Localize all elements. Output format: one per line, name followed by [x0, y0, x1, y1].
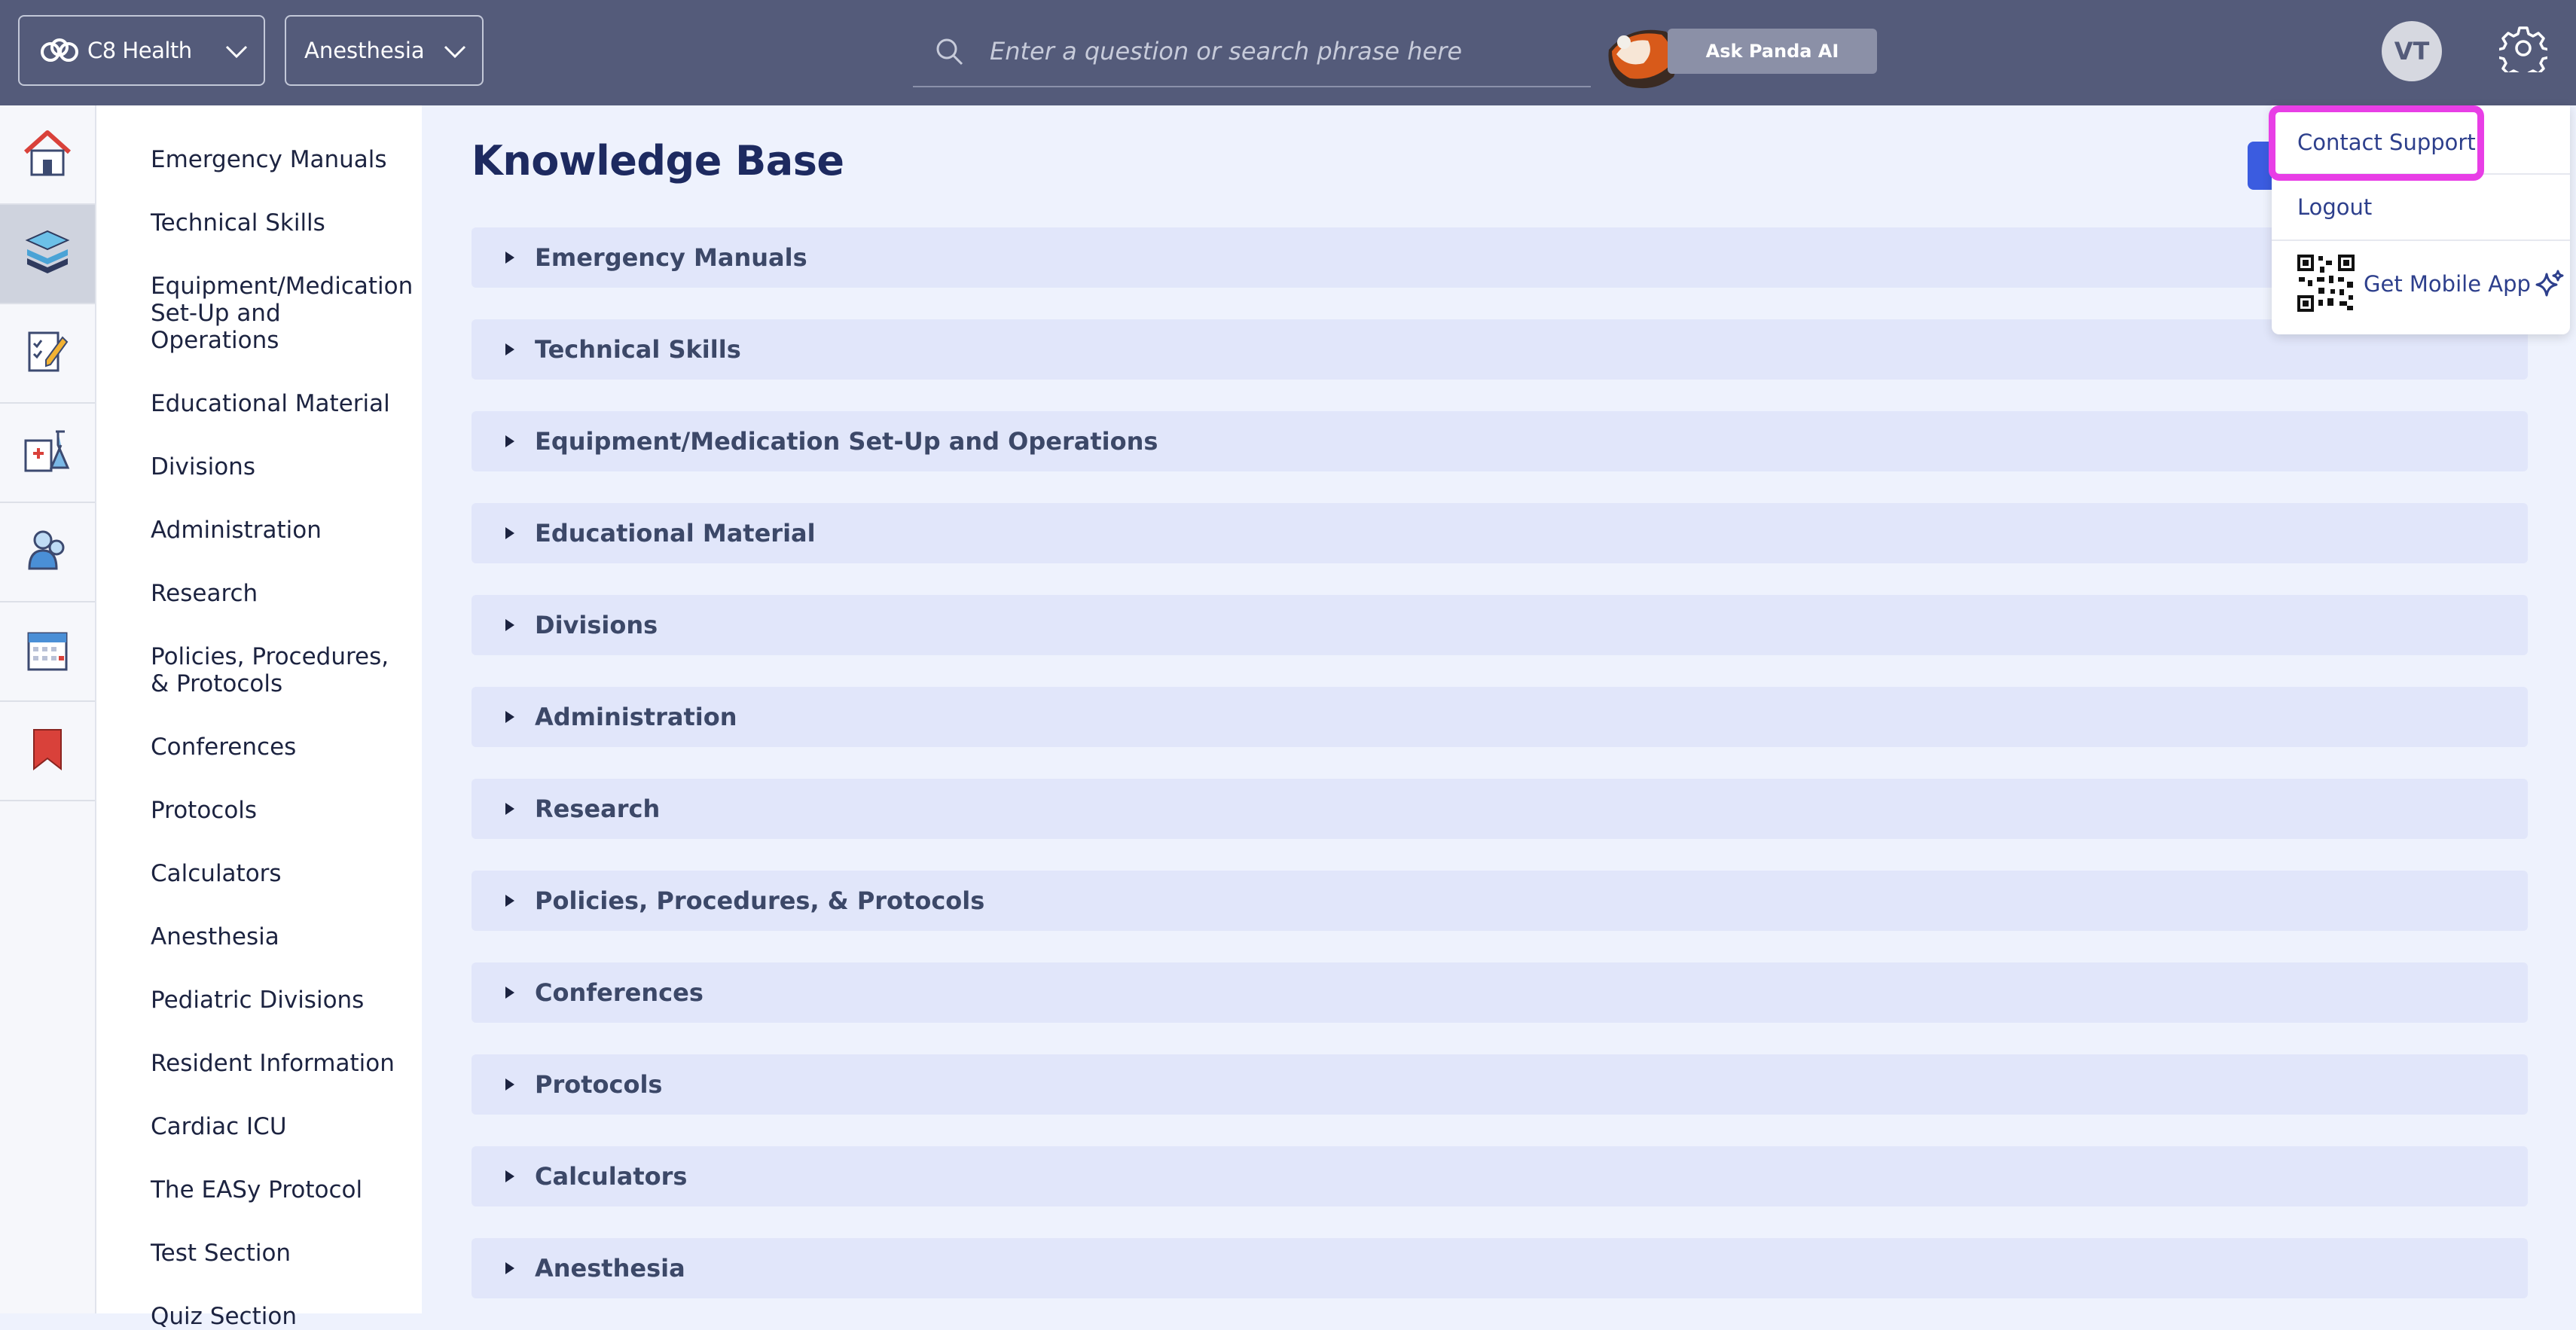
section-row[interactable]: Emergency Manuals: [472, 227, 2528, 288]
nav-item[interactable]: Test Section: [151, 1240, 407, 1267]
user-avatar[interactable]: VT: [2382, 21, 2442, 81]
c8-logo-icon: [39, 38, 80, 63]
caret-right-icon: [505, 1078, 515, 1091]
contact-support-highlight: [2269, 105, 2484, 181]
section-title: Policies, Procedures, & Protocols: [535, 886, 985, 915]
nav-item[interactable]: Pediatric Divisions: [151, 987, 407, 1014]
icon-rail: [0, 105, 96, 1313]
menu-divider: [2272, 239, 2570, 241]
qr-code-icon: [2297, 255, 2355, 315]
page-title: Knowledge Base: [472, 137, 844, 185]
section-row[interactable]: Policies, Procedures, & Protocols: [472, 871, 2528, 931]
section-row[interactable]: Research: [472, 779, 2528, 839]
caret-right-icon: [505, 1261, 515, 1275]
section-title: Protocols: [535, 1070, 663, 1099]
lab-icon: [23, 429, 72, 477]
rail-bookmarks[interactable]: [0, 702, 95, 801]
nav-item[interactable]: Calculators: [151, 860, 407, 887]
search-input[interactable]: [988, 36, 1564, 66]
rail-checklists[interactable]: [0, 304, 95, 404]
section-title: Technical Skills: [535, 335, 741, 364]
caret-right-icon: [505, 986, 515, 999]
rail-home[interactable]: [0, 105, 95, 205]
specialty-selector[interactable]: Anesthesia: [285, 15, 484, 86]
section-row[interactable]: Technical Skills: [472, 319, 2528, 380]
section-row[interactable]: Protocols: [472, 1054, 2528, 1115]
checklist-icon: [25, 328, 70, 378]
home-icon: [21, 128, 74, 181]
section-title: Calculators: [535, 1162, 688, 1191]
section-title: Educational Material: [535, 519, 816, 548]
caret-right-icon: [505, 894, 515, 908]
section-row[interactable]: Calculators: [472, 1146, 2528, 1206]
top-bar: C8 Health Anesthesia Ask Panda AI VT: [0, 0, 2576, 105]
nav-item[interactable]: Conferences: [151, 734, 407, 761]
section-row[interactable]: Equipment/Medication Set-Up and Operatio…: [472, 411, 2528, 471]
chevron-down-icon: [224, 39, 249, 65]
nav-item[interactable]: The EASy Protocol: [151, 1176, 407, 1203]
nav-item[interactable]: Anesthesia: [151, 923, 407, 950]
nav-item[interactable]: Quiz Section: [151, 1303, 407, 1330]
nav-item[interactable]: Cardiac ICU: [151, 1113, 407, 1140]
caret-right-icon: [505, 343, 515, 356]
section-title: Administration: [535, 703, 737, 731]
rail-calendar[interactable]: [0, 602, 95, 702]
rail-knowledge-base[interactable]: [0, 205, 95, 304]
caret-right-icon: [505, 618, 515, 632]
section-title: Emergency Manuals: [535, 243, 807, 272]
section-row[interactable]: Anesthesia: [472, 1238, 2528, 1298]
organization-name: C8 Health: [87, 38, 192, 63]
search-bar: [913, 17, 1591, 87]
knowledge-base-nav: Emergency Manuals Technical Skills Equip…: [96, 105, 422, 1330]
nav-item[interactable]: Technical Skills: [151, 209, 407, 236]
chevron-down-icon: [443, 39, 467, 65]
caret-right-icon: [505, 251, 515, 264]
nav-item[interactable]: Emergency Manuals: [151, 146, 407, 173]
section-row[interactable]: Divisions: [472, 595, 2528, 655]
get-mobile-app-link[interactable]: Get Mobile App: [2364, 271, 2531, 297]
people-icon: [26, 528, 69, 576]
nav-item[interactable]: Divisions: [151, 453, 407, 480]
bookmark-icon: [31, 727, 64, 775]
logout-link[interactable]: Logout: [2297, 194, 2372, 220]
nav-item[interactable]: Administration: [151, 517, 407, 544]
section-title: Anesthesia: [535, 1254, 685, 1283]
nav-item[interactable]: Policies, Procedures, & Protocols: [151, 643, 407, 697]
section-title: Research: [535, 795, 661, 823]
nav-item[interactable]: Protocols: [151, 797, 407, 824]
section-title: Conferences: [535, 978, 704, 1007]
caret-right-icon: [505, 526, 515, 540]
search-icon: [934, 36, 964, 66]
caret-right-icon: [505, 710, 515, 724]
gear-icon[interactable]: [2496, 24, 2550, 81]
section-row[interactable]: Conferences: [472, 962, 2528, 1023]
caret-right-icon: [505, 802, 515, 816]
sparkle-icon: [2535, 270, 2564, 301]
specialty-name: Anesthesia: [304, 38, 425, 63]
nav-item[interactable]: Educational Material: [151, 390, 407, 417]
nav-item[interactable]: Research: [151, 580, 407, 607]
rail-people[interactable]: [0, 503, 95, 602]
caret-right-icon: [505, 1170, 515, 1183]
nav-item[interactable]: Resident Information: [151, 1050, 407, 1077]
section-row[interactable]: Administration: [472, 687, 2528, 747]
rail-lab[interactable]: [0, 404, 95, 503]
organization-selector[interactable]: C8 Health: [18, 15, 265, 86]
caret-right-icon: [505, 435, 515, 448]
main-content: Knowledge Base Emergency Manuals Technic…: [422, 105, 2576, 1313]
nav-item[interactable]: Equipment/Medication Set-Up and Operatio…: [151, 273, 413, 354]
section-title: Divisions: [535, 611, 658, 639]
calendar-icon: [26, 627, 69, 676]
ask-panda-ai-button[interactable]: Ask Panda AI: [1668, 29, 1877, 74]
section-title: Equipment/Medication Set-Up and Operatio…: [535, 427, 1158, 456]
books-icon: [23, 230, 72, 278]
section-row[interactable]: Educational Material: [472, 503, 2528, 563]
